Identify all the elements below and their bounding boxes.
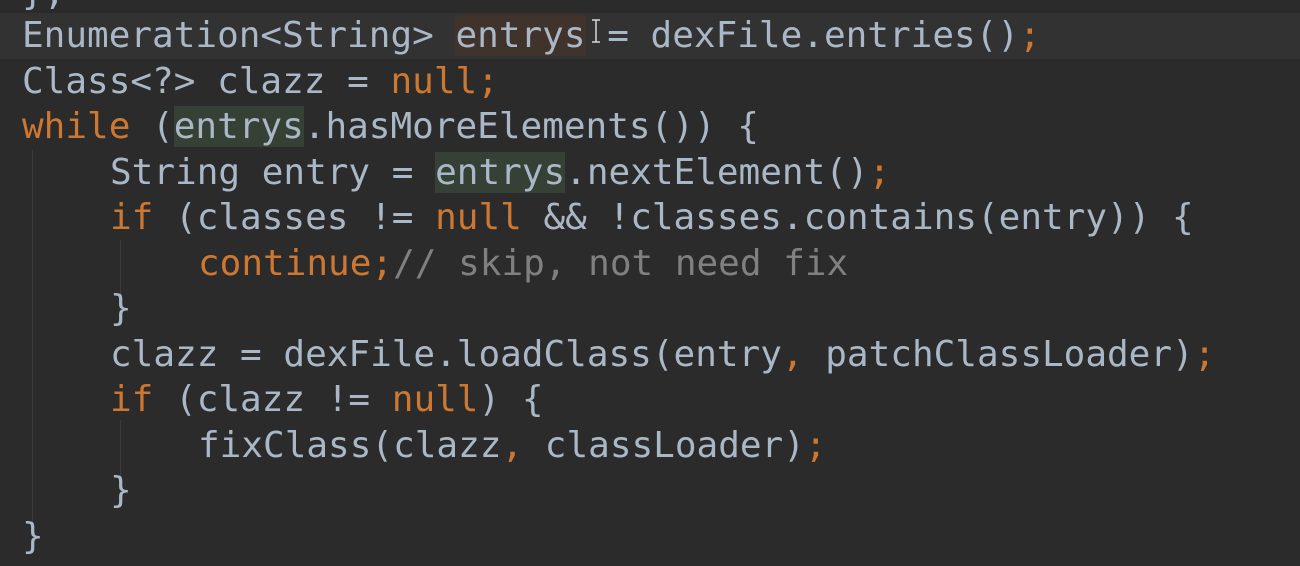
code-token-variable-highlight: entrys [173,106,304,147]
code-token-semicolon: ; [371,243,394,284]
code-token-semicolon: ; [1193,334,1216,375]
code-token: (classes != [153,197,436,238]
indent-guide [32,150,33,530]
code-token-comma: , [501,425,524,466]
code-comment: // skip, not need fix [393,243,849,284]
code-line-4[interactable]: String entry = entrys.nextElement(); [110,150,890,196]
code-token-semicolon: ; [868,152,891,193]
code-token-semicolon: ; [1019,15,1041,56]
code-token: .hasMoreElements()) { [303,106,759,147]
code-token: ) { [478,379,544,420]
code-line-6[interactable]: continue;// skip, not need fix [198,241,848,287]
code-line-2[interactable]: Class<?> clazz = null; [22,59,499,105]
code-token: Enumeration<String> [22,15,456,56]
code-token: String entry = [110,152,436,193]
code-line-8[interactable]: clazz = dexFile.loadClass(entry, patchCl… [110,332,1215,378]
code-line-10[interactable]: fixClass(clazz, classLoader); [198,423,827,469]
code-token: Class<?> clazz = [22,61,391,102]
code-token-keyword: if [110,379,154,420]
code-token-keyword: null [391,379,479,420]
code-token-keyword: if [110,197,154,238]
code-token: && !classes.contains(entry)) { [521,197,1194,238]
code-token: ( [130,106,174,147]
code-line-12[interactable]: } [22,514,44,560]
code-line-7[interactable]: } [110,286,132,332]
code-token-semicolon: ; [477,61,499,102]
code-token-comma: , [781,334,804,375]
code-token-variable-highlight: entrys [435,152,566,193]
code-token-keyword: continue [198,243,372,284]
code-token: } [110,288,132,329]
code-token: classLoader) [523,425,805,466]
code-token: fixClass(clazz [198,425,502,466]
code-token: patchClassLoader) [803,334,1194,375]
code-token-variable-highlight: entrys [455,15,586,56]
code-token: } [110,470,132,511]
code-token-keyword: null [390,61,478,102]
code-token-keyword: null [435,197,522,238]
code-line-11[interactable]: } [110,468,132,514]
code-token-semicolon: ; [804,425,827,466]
code-line-1[interactable]: Enumeration<String> entrys = dexFile.ent… [22,13,1041,59]
code-line-5[interactable]: if (classes != null && !classes.contains… [110,195,1194,241]
code-token: .nextElement() [565,152,869,193]
code-token: (clazz != [153,379,392,420]
code-line-3[interactable]: while (entrys.hasMoreElements()) { [22,104,759,150]
code-editor[interactable]: }; Enumeration<String> entrys = dexFile.… [0,0,1300,566]
text-cursor-icon [590,18,602,44]
code-token: } [22,516,44,557]
code-line-9[interactable]: if (clazz != null) { [110,377,544,423]
code-token-keyword: while [22,106,131,147]
code-token: = dexFile.entries() [585,15,1020,56]
code-token: clazz = dexFile.loadClass(entry [110,334,782,375]
